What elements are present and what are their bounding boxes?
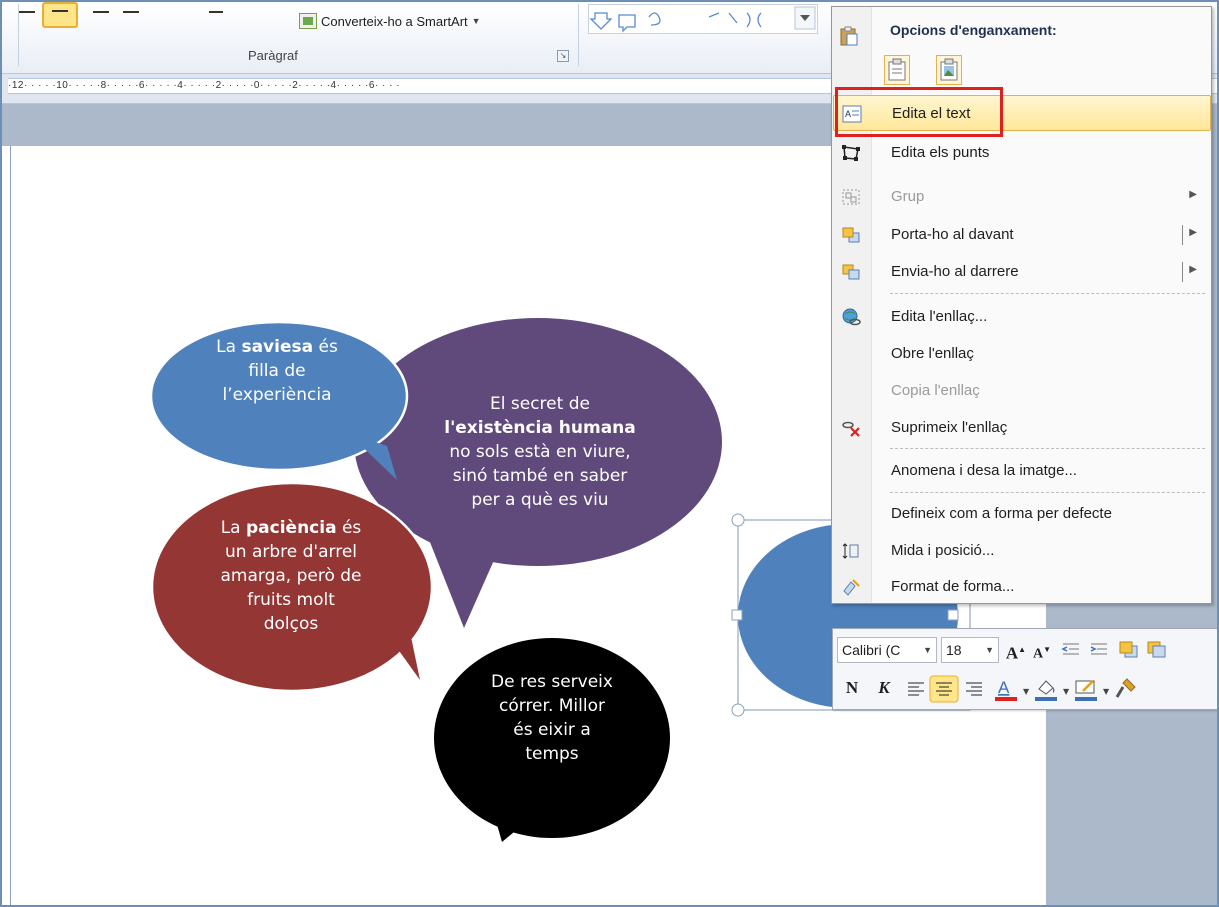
bring-front-icon[interactable]: [1117, 639, 1141, 661]
menu-item-edit-link[interactable]: Edita l'enllaç...: [833, 299, 1211, 335]
format-shape-icon: [843, 579, 860, 596]
menu-item-open-link[interactable]: Obre l'enllaç: [833, 336, 1211, 372]
bubble-paciencia-text: La paciència és un arbre d'arrel amarga,…: [220, 518, 362, 634]
menu-item-remove-link-label: Suprimeix l'enllaç: [891, 419, 1008, 436]
font-size-field[interactable]: 18 ▼: [941, 637, 999, 663]
menu-item-size-position-label: Mida i posició...: [891, 542, 995, 559]
clipboard-icon: [840, 26, 858, 46]
menu-item-edit-points-label: Edita els punts: [891, 144, 990, 161]
mini-toolbar: Calibri (C ▼ 18 ▼ A▲ A▼ N K A ▼ ▼ ▼: [832, 628, 1217, 710]
menu-item-remove-link[interactable]: Suprimeix l'enllaç: [833, 410, 1211, 446]
menu-item-save-image-label: Anomena i desa la imatge...: [891, 462, 1077, 479]
submenu-arrow-icon: ▶: [1189, 189, 1197, 200]
shrink-font-icon[interactable]: A▼: [1031, 639, 1053, 662]
shape-outline-icon[interactable]: [1073, 675, 1099, 705]
menu-item-group[interactable]: Grup ▶: [833, 179, 1211, 215]
menu-item-send-back[interactable]: Envia-ho al darrere ▶: [833, 254, 1211, 290]
send-back-icon[interactable]: [1145, 639, 1169, 661]
font-size-value: 18: [946, 642, 962, 658]
remove-link-icon: [842, 421, 860, 437]
menu-item-group-label: Grup: [891, 188, 925, 205]
menu-item-size-position[interactable]: Mida i posició...: [833, 533, 1211, 569]
size-position-icon: [842, 543, 859, 559]
italic-button[interactable]: K: [873, 677, 895, 699]
align-center-icon[interactable]: [929, 675, 959, 703]
bubble-res-text: De res serveix córrer. Millor és eixir a…: [491, 672, 613, 764]
menu-item-open-link-label: Obre l'enllaç: [891, 345, 974, 362]
hyperlink-icon: [842, 308, 861, 326]
menu-item-set-default-shape-label: Defineix com a forma per defecte: [891, 505, 1112, 522]
bring-front-icon: [842, 227, 860, 243]
paste-picture-button[interactable]: [936, 55, 962, 85]
menu-item-bring-front-label: Porta-ho al davant: [891, 226, 1014, 243]
menu-item-save-image[interactable]: Anomena i desa la imatge...: [833, 453, 1211, 489]
decrease-indent-icon[interactable]: [1059, 639, 1083, 661]
chevron-down-icon[interactable]: ▼: [1103, 687, 1109, 696]
format-painter-icon[interactable]: [1113, 675, 1139, 705]
menu-item-bring-front[interactable]: Porta-ho al davant ▶: [833, 217, 1211, 253]
menu-item-edit-link-label: Edita l'enllaç...: [891, 308, 988, 325]
paste-options-label: Opcions d'enganxament:: [890, 22, 1057, 38]
font-color-icon[interactable]: A: [993, 675, 1019, 705]
chevron-down-icon[interactable]: ▼: [1063, 687, 1069, 696]
word-window: Converteix-ho a SmartArt ▼ Paràgraf ↘ ·1…: [0, 0, 1219, 907]
chevron-down-icon: ▼: [985, 645, 994, 655]
bubble-secret-text: El secret de l'existència humana no sols…: [444, 394, 636, 510]
font-name-value: Calibri (C: [842, 642, 901, 658]
menu-item-edit-points[interactable]: Edita els punts: [833, 135, 1211, 171]
svg-text:A: A: [998, 678, 1010, 697]
submenu-arrow-icon[interactable]: ▶: [1189, 264, 1197, 275]
paste-options-header: Opcions d'enganxament:: [832, 7, 1211, 55]
edit-points-icon: [842, 145, 860, 161]
grow-font-icon[interactable]: A▲: [1005, 639, 1027, 663]
paste-text-icon: [888, 58, 906, 81]
bubble-saviesa-text: La saviesa és filla de l’experiència: [216, 337, 338, 405]
paste-picture-icon: [940, 58, 958, 81]
align-left-icon[interactable]: [905, 679, 927, 699]
align-right-icon[interactable]: [963, 679, 985, 699]
chevron-down-icon[interactable]: ▼: [1023, 687, 1029, 696]
highlight-annotation-box: [835, 87, 1003, 137]
menu-item-send-back-label: Envia-ho al darrere: [891, 263, 1019, 280]
menu-item-format-shape-label: Format de forma...: [891, 578, 1015, 595]
paste-keep-text-button[interactable]: [884, 55, 910, 85]
font-name-field[interactable]: Calibri (C ▼: [837, 637, 937, 663]
group-icon: [842, 189, 860, 205]
menu-item-copy-link-label: Copia l'enllaç: [891, 382, 980, 399]
menu-item-format-shape[interactable]: Format de forma...: [833, 569, 1211, 605]
menu-item-copy-link[interactable]: Copia l'enllaç: [833, 373, 1211, 409]
menu-item-set-default-shape[interactable]: Defineix com a forma per defecte: [833, 496, 1211, 532]
chevron-down-icon: ▼: [923, 645, 932, 655]
send-back-icon: [842, 264, 860, 280]
increase-indent-icon[interactable]: [1087, 639, 1111, 661]
submenu-arrow-icon[interactable]: ▶: [1189, 227, 1197, 238]
shape-fill-icon[interactable]: [1033, 675, 1059, 705]
bold-button[interactable]: N: [841, 677, 863, 699]
